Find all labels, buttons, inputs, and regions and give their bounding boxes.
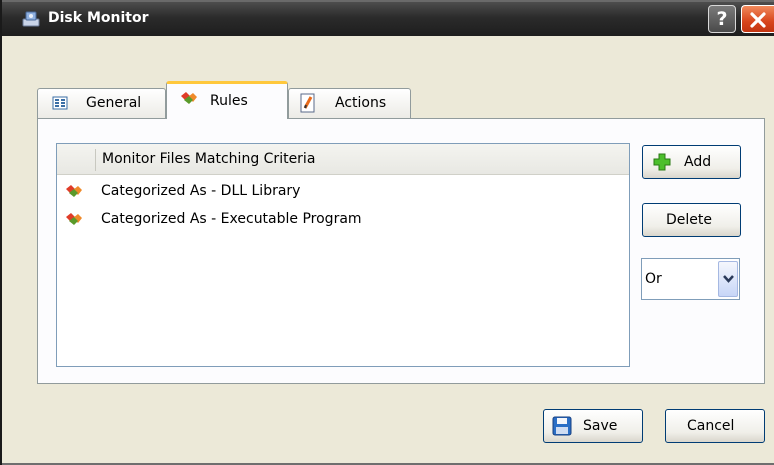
cancel-button[interactable]: Cancel xyxy=(665,409,765,443)
title-bar[interactable]: Disk Monitor ? xyxy=(2,0,774,36)
disk-monitor-dialog: Disk Monitor ? General Rules Actions Mon… xyxy=(0,0,774,465)
tab-actions-label: Actions xyxy=(335,95,387,111)
actions-page-icon xyxy=(300,93,315,113)
list-item[interactable]: Categorized As - Executable Program xyxy=(57,208,629,232)
cancel-button-label: Cancel xyxy=(687,418,735,434)
delete-button[interactable]: Delete xyxy=(642,203,741,237)
tab-actions[interactable]: Actions xyxy=(288,88,411,118)
add-button[interactable]: Add xyxy=(642,145,741,179)
save-button[interactable]: Save xyxy=(543,409,643,443)
disk-monitor-app-icon xyxy=(22,11,40,27)
green-plus-icon xyxy=(653,153,671,171)
dropdown-arrow-button[interactable] xyxy=(718,261,738,297)
rules-list-header-label: Monitor Files Matching Criteria xyxy=(102,151,316,167)
logic-operator-select[interactable]: Or xyxy=(641,258,740,300)
close-button[interactable] xyxy=(741,5,774,33)
close-icon xyxy=(750,12,766,28)
tab-rules-label: Rules xyxy=(210,93,248,109)
rule-gem-icon xyxy=(66,213,82,225)
help-button[interactable]: ? xyxy=(708,5,736,33)
logic-operator-value: Or xyxy=(645,271,662,287)
general-grid-icon xyxy=(52,96,68,110)
window-title: Disk Monitor xyxy=(48,10,149,26)
tab-general[interactable]: General xyxy=(37,88,166,118)
delete-button-label: Delete xyxy=(666,212,712,228)
floppy-disk-icon xyxy=(552,416,572,436)
rules-list-header[interactable]: Monitor Files Matching Criteria xyxy=(57,144,629,175)
header-divider xyxy=(95,149,96,171)
rule-gem-icon xyxy=(66,185,82,197)
add-button-label: Add xyxy=(684,154,712,170)
tab-rules[interactable]: Rules xyxy=(166,81,288,119)
tab-general-label: General xyxy=(86,95,142,111)
list-item[interactable]: Categorized As - DLL Library xyxy=(57,180,629,204)
list-item-label: Categorized As - DLL Library xyxy=(101,183,301,199)
rules-gem-icon xyxy=(181,92,197,104)
chevron-down-icon xyxy=(723,275,734,283)
list-item-label: Categorized As - Executable Program xyxy=(101,211,362,227)
rules-list[interactable]: Monitor Files Matching Criteria Categori… xyxy=(56,143,630,367)
save-button-label: Save xyxy=(583,418,618,434)
